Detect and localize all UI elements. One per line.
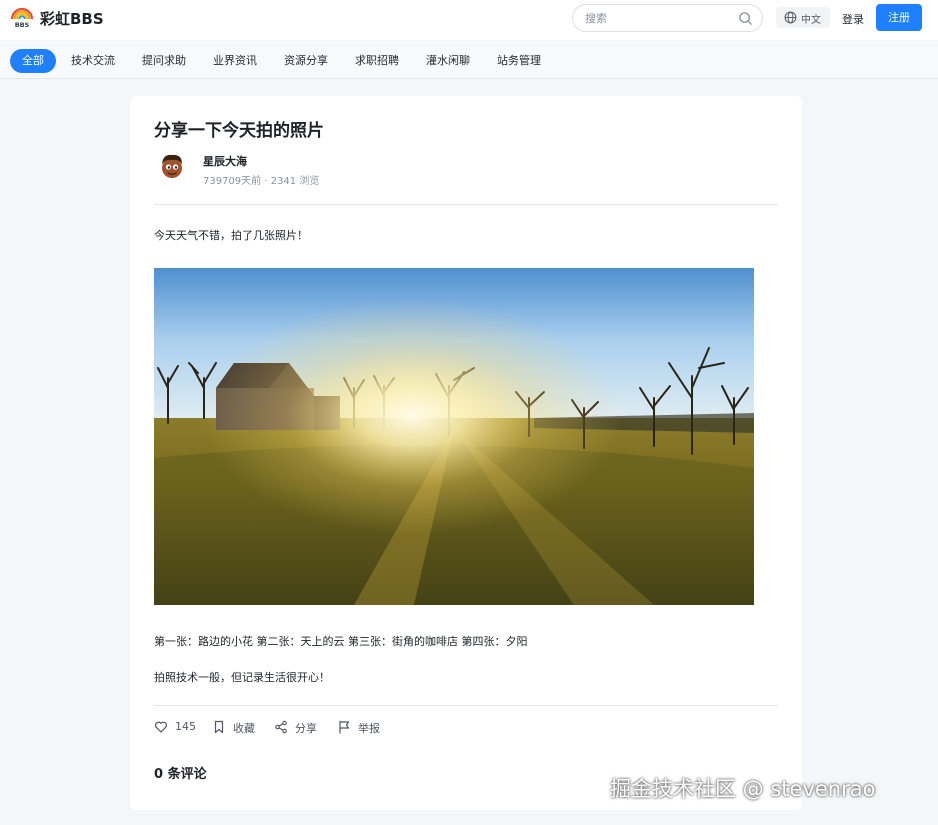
- rainbow-logo-icon[interactable]: BBS: [10, 6, 34, 28]
- divider: [154, 705, 778, 706]
- favorite-button[interactable]: 收藏: [212, 718, 267, 736]
- post-title: 分享一下今天拍的照片: [154, 121, 324, 141]
- nav-item-jobs[interactable]: 求职招聘: [355, 49, 399, 73]
- like-button[interactable]: 145: [154, 718, 204, 736]
- search-input[interactable]: [585, 10, 735, 27]
- author-avatar[interactable]: [157, 151, 187, 181]
- nav-item-tech[interactable]: 技术交流: [71, 49, 115, 73]
- nav-item-resources[interactable]: 资源分享: [284, 49, 328, 73]
- nav-item-news[interactable]: 业界资讯: [213, 49, 257, 73]
- flag-icon: [339, 720, 350, 734]
- share-button[interactable]: 分享: [274, 718, 329, 736]
- login-link[interactable]: 登录: [842, 11, 864, 27]
- svg-text:BBS: BBS: [15, 21, 30, 28]
- divider: [154, 204, 778, 205]
- heart-icon: [155, 721, 167, 733]
- search-box[interactable]: [572, 4, 763, 32]
- post-meta: 739709天前 · 2341 浏览: [203, 176, 320, 187]
- top-header: BBS 彩虹BBS 中文 登录 注册: [0, 0, 938, 40]
- post-paragraph: 拍照技术一般，但记录生活很开心！: [154, 671, 330, 684]
- nav-item-all[interactable]: 全部: [10, 49, 56, 73]
- nav-item-chat[interactable]: 灌水闲聊: [426, 49, 470, 73]
- nav-item-help[interactable]: 提问求助: [142, 49, 186, 73]
- nav-item-admin[interactable]: 站务管理: [497, 49, 541, 73]
- globe-icon: [784, 11, 797, 24]
- comments-heading: 0 条评论: [154, 767, 207, 782]
- like-count: 145: [175, 720, 196, 733]
- search-icon[interactable]: [738, 11, 753, 26]
- post-photo-sunset-field[interactable]: [154, 268, 754, 605]
- author-name[interactable]: 星辰大海: [203, 153, 247, 169]
- language-switcher[interactable]: 中文: [776, 7, 830, 28]
- post-card: 分享一下今天拍的照片 星辰大海 739709天前 · 2341 浏览 今天天气不…: [130, 96, 802, 810]
- report-label: 举报: [358, 722, 380, 735]
- watermark: 掘金技术社区 @ stevenrao: [610, 777, 876, 801]
- post-paragraph: 第一张：路边的小花 第二张：天上的云 第三张：街角的咖啡店 第四张：夕阳: [154, 635, 528, 648]
- favorite-label: 收藏: [233, 722, 255, 735]
- post-paragraph: 今天天气不错，拍了几张照片！: [154, 229, 308, 242]
- report-button[interactable]: 举报: [337, 718, 392, 736]
- category-nav: 全部 技术交流 提问求助 业界资讯 资源分享 求职招聘 灌水闲聊 站务管理: [0, 41, 938, 79]
- share-label: 分享: [295, 722, 317, 735]
- bookmark-icon: [214, 720, 224, 734]
- language-label: 中文: [801, 15, 821, 26]
- site-name[interactable]: 彩虹BBS: [40, 8, 104, 29]
- share-icon: [275, 720, 287, 734]
- register-button[interactable]: 注册: [876, 4, 922, 31]
